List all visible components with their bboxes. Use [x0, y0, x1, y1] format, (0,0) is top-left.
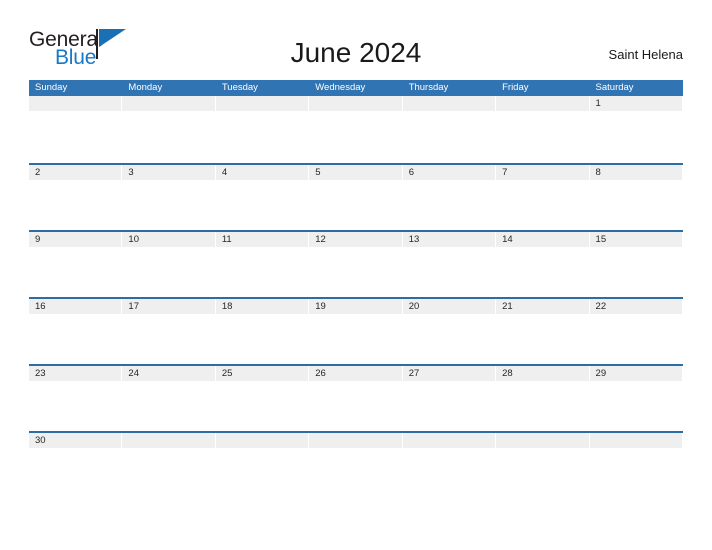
day-number: 11 — [221, 234, 232, 245]
day-number: 30 — [35, 435, 46, 446]
week-day-band: 30 — [29, 433, 683, 448]
day-cell[interactable] — [496, 96, 590, 111]
day-number: 15 — [595, 234, 607, 245]
day-cell[interactable] — [589, 433, 683, 448]
day-cell[interactable]: 9 — [29, 232, 123, 247]
day-cell[interactable]: 10 — [122, 232, 216, 247]
day-number: 4 — [221, 167, 228, 178]
day-cell[interactable]: 12 — [309, 232, 403, 247]
week-day-band: 2 3 4 5 6 7 8 — [29, 165, 683, 180]
weekday-header-wednesday: Wednesday — [315, 82, 366, 93]
day-cell[interactable]: 30 — [29, 433, 123, 448]
day-number: 13 — [408, 234, 420, 245]
page-header: General Blue June 2024 Saint Helena — [0, 0, 712, 80]
week-day-band: 9 10 11 12 13 14 15 — [29, 232, 683, 247]
day-cell[interactable]: 29 — [589, 366, 683, 381]
day-number: 14 — [502, 234, 513, 245]
day-number: 24 — [128, 368, 139, 379]
day-cell[interactable] — [496, 433, 590, 448]
day-cell[interactable]: 13 — [402, 232, 497, 247]
locale-label: Saint Helena — [608, 47, 683, 62]
day-cell[interactable]: 16 — [29, 299, 123, 314]
day-number: 20 — [408, 301, 420, 312]
week-row: 2 3 4 5 6 7 8 — [29, 163, 683, 230]
day-number: 6 — [408, 167, 414, 178]
day-cell[interactable]: 1 — [589, 96, 683, 111]
day-cell[interactable]: 25 — [215, 366, 310, 381]
day-cell[interactable]: 5 — [309, 165, 403, 180]
day-cell[interactable]: 11 — [215, 232, 310, 247]
day-number: 3 — [128, 167, 134, 178]
day-number: 27 — [408, 368, 420, 379]
day-cell[interactable] — [122, 433, 216, 448]
day-number: 28 — [502, 368, 513, 379]
day-number: 12 — [315, 234, 326, 245]
day-cell[interactable]: 19 — [309, 299, 403, 314]
day-number: 2 — [35, 167, 41, 178]
day-cell[interactable]: 8 — [589, 165, 683, 180]
day-cell[interactable]: 7 — [496, 165, 590, 180]
day-cell[interactable]: 26 — [309, 366, 403, 381]
day-cell[interactable] — [309, 96, 403, 111]
day-number: 7 — [502, 167, 508, 178]
day-cell[interactable]: 23 — [29, 366, 123, 381]
week-row: 23 24 25 26 27 28 29 — [29, 364, 683, 431]
day-cell[interactable] — [402, 96, 497, 111]
day-number: 22 — [595, 301, 607, 312]
day-number: 26 — [315, 368, 326, 379]
weekday-header-tuesday: Tuesday — [221, 82, 258, 93]
day-number: 29 — [595, 368, 607, 379]
day-number: 18 — [221, 301, 233, 312]
day-number: 16 — [35, 301, 46, 312]
day-cell[interactable] — [122, 96, 216, 111]
page-title: June 2024 — [290, 37, 422, 68]
day-cell[interactable]: 14 — [496, 232, 590, 247]
day-number: 9 — [35, 234, 41, 245]
week-row: 16 17 18 19 20 21 22 — [29, 297, 683, 364]
calendar-grid: Sunday Monday Tuesday Wednesday Thursday… — [29, 80, 683, 448]
day-cell[interactable]: 22 — [589, 299, 683, 314]
day-cell[interactable]: 20 — [402, 299, 497, 314]
day-cell[interactable]: 17 — [122, 299, 216, 314]
week-day-band: 23 24 25 26 27 28 29 — [29, 366, 683, 381]
day-number: 23 — [35, 368, 46, 379]
day-cell[interactable]: 4 — [215, 165, 310, 180]
calendar-page: General Blue June 2024 Saint Helena Sund… — [0, 0, 712, 550]
day-number: 21 — [502, 301, 513, 312]
day-number: 25 — [221, 368, 233, 379]
weekday-header-row: Sunday Monday Tuesday Wednesday Thursday… — [29, 80, 683, 96]
weekday-header-sunday: Sunday — [35, 82, 68, 93]
day-cell[interactable]: 28 — [496, 366, 590, 381]
day-cell[interactable]: 18 — [215, 299, 310, 314]
day-cell[interactable] — [215, 433, 310, 448]
day-number: 5 — [315, 167, 321, 178]
week-row: 1 — [29, 96, 683, 163]
week-row: 30 — [29, 431, 683, 448]
day-number: 19 — [315, 301, 326, 312]
week-row: 9 10 11 12 13 14 15 — [29, 230, 683, 297]
day-number: 1 — [595, 98, 601, 109]
week-day-band: 16 17 18 19 20 21 22 — [29, 299, 683, 314]
day-cell[interactable]: 2 — [29, 165, 123, 180]
day-cell[interactable]: 6 — [402, 165, 497, 180]
day-cell[interactable]: 3 — [122, 165, 216, 180]
week-day-band: 1 — [29, 96, 683, 111]
day-number: 8 — [595, 167, 601, 178]
day-cell[interactable] — [309, 433, 403, 448]
day-cell[interactable]: 15 — [589, 232, 683, 247]
weekday-header-saturday: Saturday — [595, 82, 634, 93]
day-cell[interactable] — [215, 96, 310, 111]
day-cell[interactable]: 27 — [402, 366, 497, 381]
weekday-header-friday: Friday — [502, 82, 529, 93]
day-cell[interactable] — [402, 433, 497, 448]
day-cell[interactable] — [29, 96, 123, 111]
weekday-header-monday: Monday — [128, 82, 163, 93]
day-cell[interactable]: 24 — [122, 366, 216, 381]
day-number: 17 — [128, 301, 139, 312]
day-cell[interactable]: 21 — [496, 299, 590, 314]
day-number: 10 — [128, 234, 139, 245]
weekday-header-thursday: Thursday — [408, 82, 449, 93]
